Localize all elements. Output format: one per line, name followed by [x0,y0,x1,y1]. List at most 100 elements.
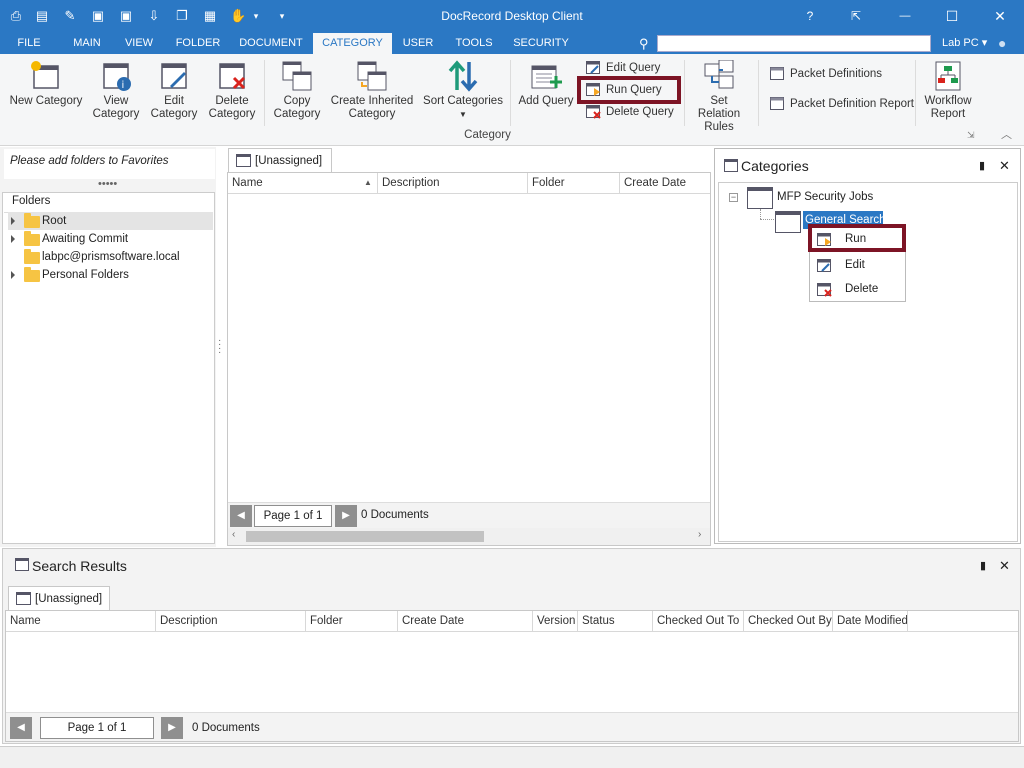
tree-item-label: Awaiting Commit [42,233,129,245]
previous-page-button[interactable]: ◀ [230,505,252,527]
view-category-button[interactable]: i View Category [90,60,142,121]
search-input[interactable] [657,35,931,52]
app-logo-icon: ⎙ [10,8,22,23]
delete-category-button[interactable]: Delete Category [206,60,258,121]
column-folder[interactable]: Folder [306,611,398,631]
tab-unassigned[interactable]: [Unassigned] [228,148,332,173]
close-button[interactable]: ✕ [985,4,1015,28]
dialog-launcher-icon[interactable]: ⇲ [967,130,975,141]
next-page-button[interactable]: ▶ [335,505,357,527]
tag-icon[interactable]: ▦ [202,8,218,24]
vertical-splitter-grip[interactable]: · · · · [218,336,221,358]
avatar[interactable]: ● [998,35,1012,51]
menu-item-delete[interactable]: Delete [817,280,897,300]
tab-tools[interactable]: TOOLS [449,33,499,54]
expand-arrow-icon[interactable] [11,217,15,225]
column-checked-out-by[interactable]: Checked Out By [744,611,833,631]
folders-label: Folders [12,195,51,207]
create-inherited-category-button[interactable]: Create Inherited Category [328,60,416,121]
copy-icon[interactable]: ❐ [174,8,190,24]
column-version[interactable]: Version [533,611,578,631]
new-document-icon[interactable]: ▤ [34,8,50,24]
edit-query-icon [586,61,601,75]
tab-document[interactable]: DOCUMENT [236,33,306,54]
workflow-report-icon [932,60,964,92]
user-menu[interactable]: Lab PC ▾ [942,33,987,54]
collapse-ribbon-icon[interactable]: ︿ [1001,126,1012,142]
column-create-date[interactable]: Create Date [398,611,533,631]
tab-view[interactable]: VIEW [118,33,160,54]
column-name[interactable]: Name [6,611,156,631]
column-description[interactable]: Description [156,611,306,631]
edit-query-button[interactable]: Edit Query [586,58,660,78]
chevron-down-icon: ▼ [459,110,467,119]
previous-page-button[interactable]: ◀ [10,717,32,739]
delete-icon [817,283,832,297]
maximize-button[interactable]: ☐ [937,4,967,28]
sort-categories-button[interactable]: Sort Categories ▼ [422,60,504,121]
tab-user[interactable]: USER [398,33,438,54]
tree-item-awaiting-commit[interactable]: Awaiting Commit [8,230,213,248]
copy-category-icon [281,60,313,92]
chevron-down-icon[interactable]: ▾ [248,8,264,24]
check-out-icon[interactable]: ▣ [118,8,134,24]
tree-item-root[interactable]: Root [8,212,213,230]
categories-icon [724,159,738,172]
scroll-left-icon[interactable]: ‹ [232,529,235,540]
delete-query-button[interactable]: Delete Query [586,102,674,122]
pin-icon[interactable]: ▮ [980,559,986,572]
pin-icon[interactable]: ▮ [979,159,985,172]
menu-item-edit[interactable]: Edit [817,256,897,276]
minimize-button[interactable]: — [890,4,920,28]
column-name[interactable]: Name ▲ [228,173,378,193]
close-panel-icon[interactable]: ✕ [999,558,1010,574]
horizontal-scrollbar[interactable]: ‹ › [228,528,710,545]
scroll-right-icon[interactable]: › [698,529,701,540]
scrollbar-thumb[interactable] [246,531,484,542]
tree-item-mfp-security-jobs[interactable]: MFP Security Jobs [777,191,873,203]
document-icon [16,592,31,605]
column-date-modified[interactable]: Date Modified [833,611,908,631]
column-status[interactable]: Status [578,611,653,631]
new-category-button[interactable]: New Category [8,60,84,108]
page-indicator: Page 1 of 1 [40,717,154,739]
customize-toolbar-icon[interactable]: ▾ [274,8,290,24]
close-panel-icon[interactable]: ✕ [999,158,1010,174]
restore-ribbon-button[interactable]: ⇱ [841,4,871,28]
expand-arrow-icon[interactable] [11,271,15,279]
workflow-report-button[interactable]: Workflow Report [920,60,976,121]
ribbon-separator [264,60,265,126]
tab-security[interactable]: SECURITY [510,33,572,54]
tab-main[interactable]: MAIN [66,33,108,54]
column-checked-out-to[interactable]: Checked Out To [653,611,744,631]
tab-unassigned-results[interactable]: [Unassigned] [8,586,110,611]
packet-report-icon [770,97,785,111]
tab-file[interactable]: FILE [8,33,50,54]
column-create-date[interactable]: Create Date [620,173,710,193]
expand-arrow-icon[interactable] [11,235,15,243]
search-results-title: Search Results [32,558,127,574]
add-query-button[interactable]: Add Query [516,60,576,108]
help-button[interactable]: ? [795,4,825,28]
splitter-grip[interactable]: ••••• [98,178,117,190]
download-icon[interactable]: ⇩ [146,8,162,24]
tab-folder[interactable]: FOLDER [170,33,226,54]
tab-category[interactable]: CATEGORY [313,33,392,54]
next-page-button[interactable]: ▶ [161,717,183,739]
tree-item-personal-folders[interactable]: Personal Folders [8,266,213,284]
packet-definitions-button[interactable]: Packet Definitions [770,64,882,84]
user-name: Lab PC [942,37,979,49]
column-description[interactable]: Description [378,173,528,193]
copy-category-button[interactable]: Copy Category [270,60,324,121]
check-in-icon[interactable]: ▣ [90,8,106,24]
tree-item-label: Personal Folders [42,269,129,281]
set-relation-rules-button[interactable]: Set Relation Rules [688,59,750,134]
hand-icon[interactable]: ✋ [230,8,246,24]
column-folder[interactable]: Folder [528,173,620,193]
edit-document-icon[interactable]: ✎ [62,8,78,24]
edit-icon [817,259,832,273]
collapse-toggle-icon[interactable]: − [729,193,738,202]
edit-category-button[interactable]: Edit Category [148,60,200,121]
tree-item-user-folder[interactable]: labpc@prismsoftware.local [8,248,213,266]
packet-definition-report-button[interactable]: Packet Definition Report [770,94,914,114]
